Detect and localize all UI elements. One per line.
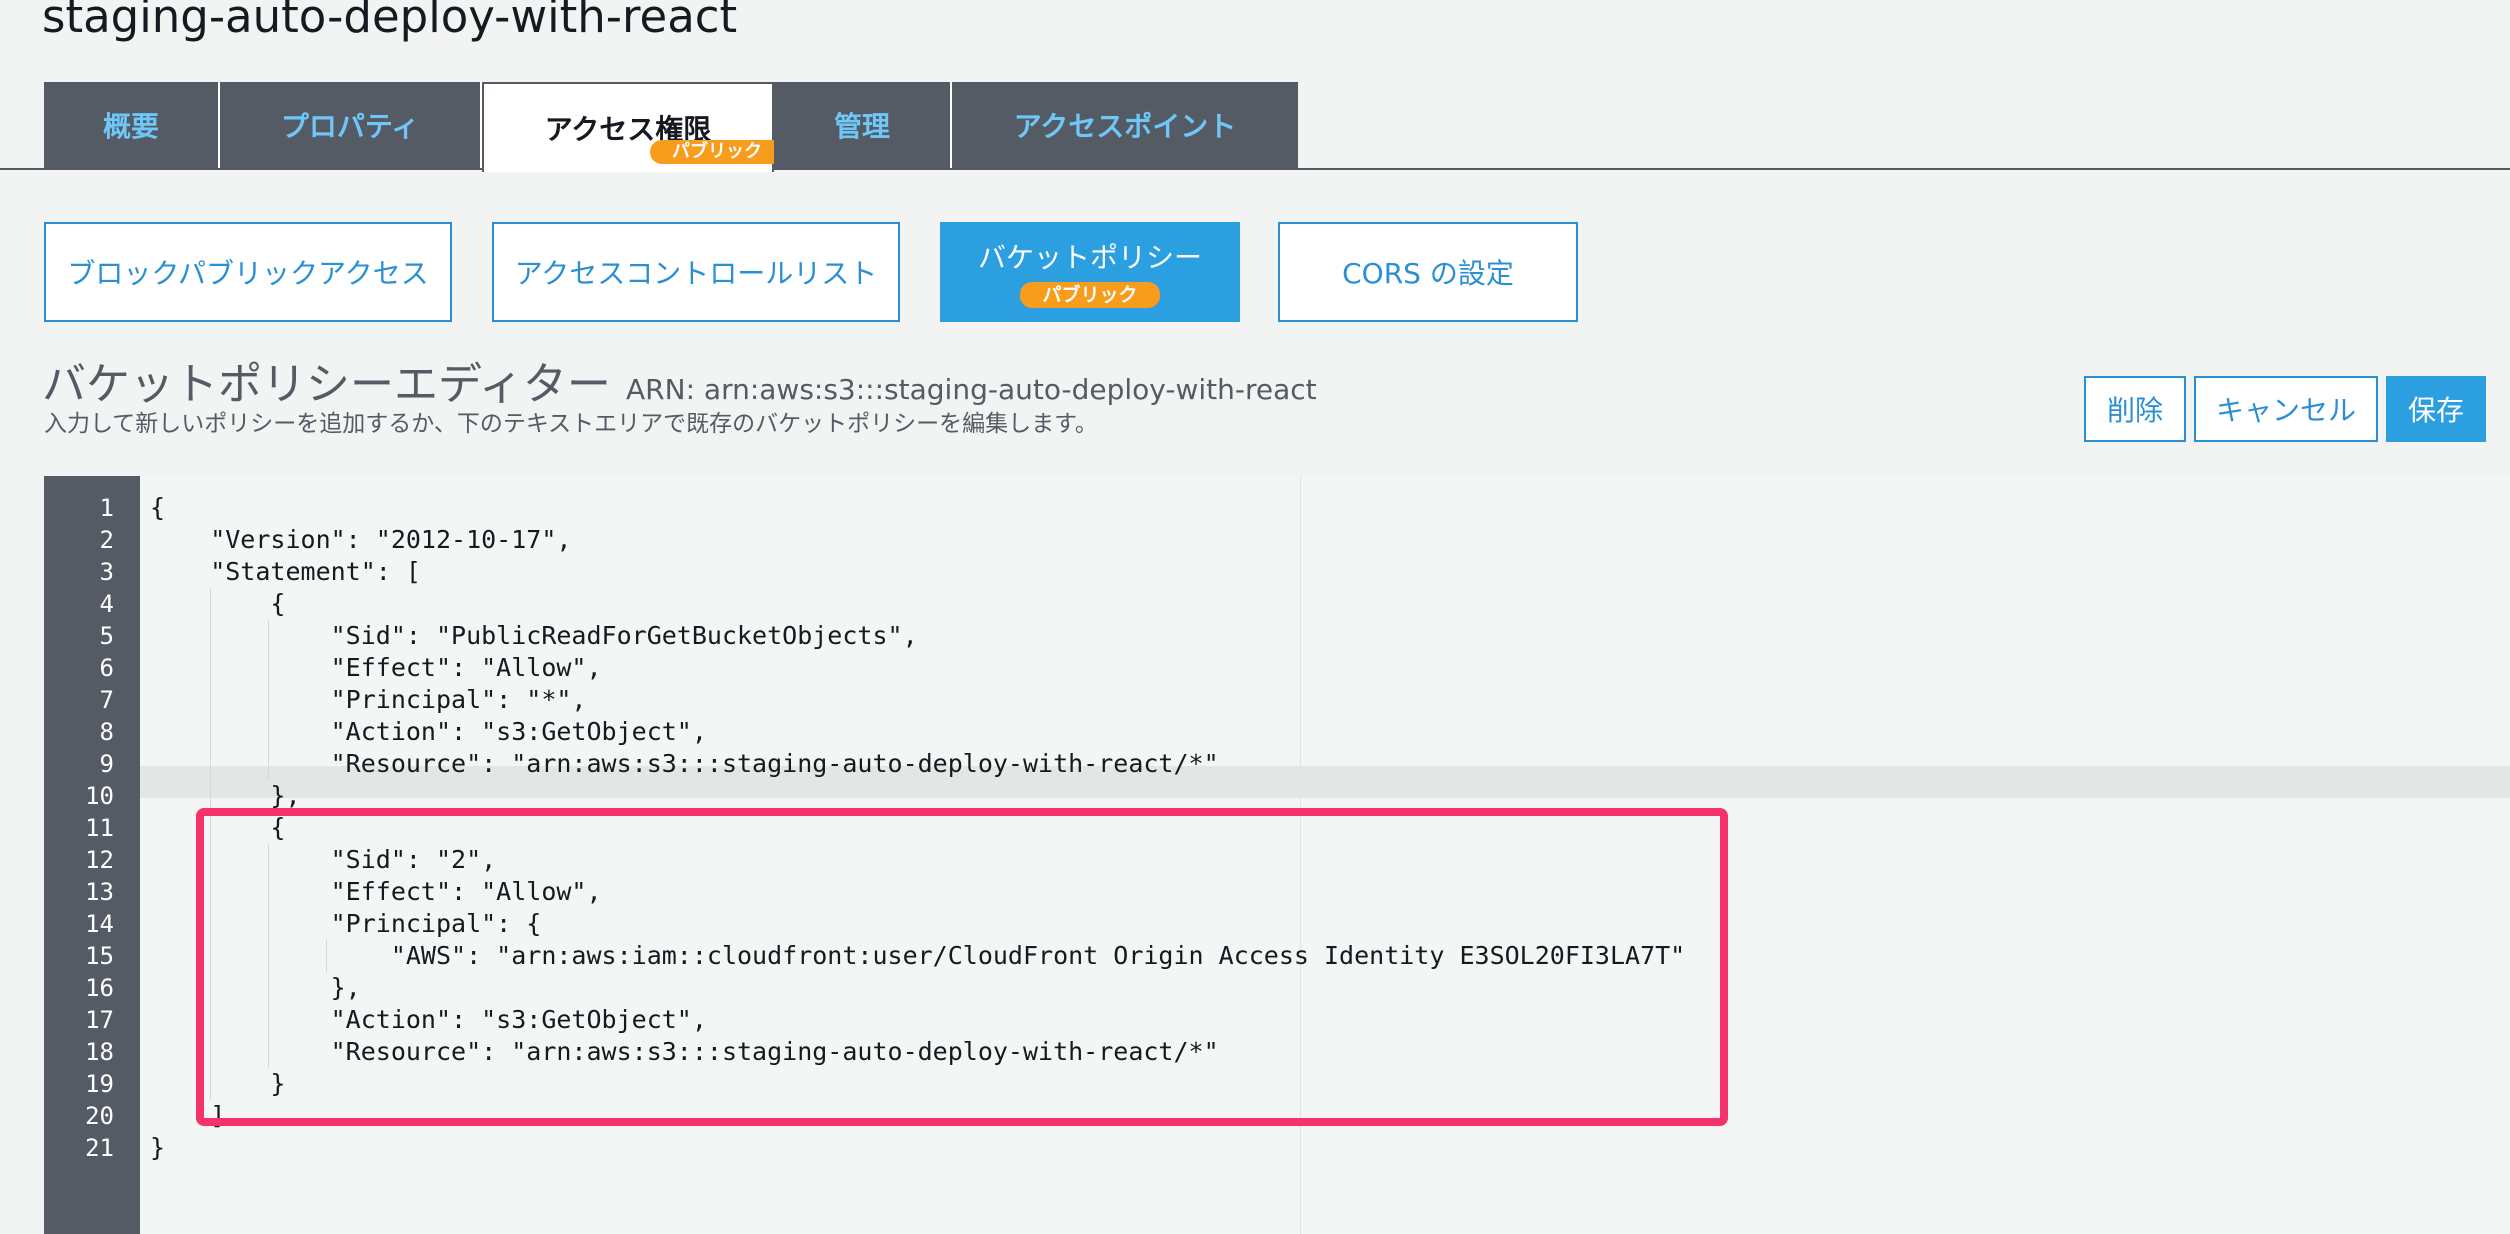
line-number: 2 — [99, 526, 114, 554]
code-line: "Effect": "Allow", — [150, 653, 602, 682]
line-number: 18 — [85, 1038, 114, 1066]
line-number: 21 — [85, 1134, 114, 1162]
save-button-label: 保存 — [2407, 394, 2464, 427]
block-public-access-label: ブロックパブリックアクセス — [67, 257, 429, 290]
acl-button[interactable]: アクセスコントロールリスト — [492, 222, 900, 322]
cors-button[interactable]: CORS の設定 — [1278, 222, 1578, 322]
tab-management[interactable]: 管理 — [774, 82, 952, 168]
tab-management-label: 管理 — [833, 110, 890, 143]
line-number: 6 — [99, 654, 114, 682]
line-number: 1 — [99, 494, 114, 522]
public-badge: パブリック — [1020, 282, 1160, 308]
line-number-gutter: 1 2 3 4 5 6 7 8 9 10 11 12 13 14 15 16 17 18 19 20 21 — [44, 476, 140, 1234]
tab-permissions[interactable]: アクセス権限 パブリック — [482, 82, 784, 172]
line-number: 20 — [85, 1102, 114, 1130]
code-line: "Resource": "arn:aws:s3:::staging-auto-d… — [150, 749, 1219, 778]
tab-overview-label: 概要 — [102, 110, 159, 143]
line-number: 12 — [85, 846, 114, 874]
tab-properties-label: プロパティ — [280, 110, 420, 143]
line-number: 7 — [99, 686, 114, 714]
block-public-access-button[interactable]: ブロックパブリックアクセス — [44, 222, 452, 322]
code-line: "Action": "s3:GetObject", — [150, 717, 707, 746]
line-number: 13 — [85, 878, 114, 906]
line-number: 17 — [85, 1006, 114, 1034]
line-number: 19 — [85, 1070, 114, 1098]
editor-heading: バケットポリシーエディター ARN: arn:aws:s3:::staging-… — [42, 348, 1317, 412]
line-number: 15 — [85, 942, 114, 970]
code-line: "Sid": "PublicReadForGetBucketObjects", — [150, 621, 918, 650]
line-number: 16 — [85, 974, 114, 1002]
line-number: 10 — [85, 782, 114, 810]
code-line: "Version": "2012-10-17", — [150, 525, 572, 554]
annotation-highlight-box — [196, 808, 1728, 1126]
bucket-arn: ARN: arn:aws:s3:::staging-auto-deploy-wi… — [626, 373, 1317, 406]
tab-bar-divider — [0, 168, 2510, 170]
indent-guide — [268, 620, 269, 780]
bucket-title: staging-auto-deploy-with-react — [42, 0, 738, 43]
line-number: 5 — [99, 622, 114, 650]
delete-button-label: 削除 — [2106, 394, 2163, 427]
code-line: "Statement": [ — [150, 557, 421, 586]
cancel-button-label: キャンセル — [2215, 394, 2356, 427]
editor-description: 入力して新しいポリシーを追加するか、下のテキストエリアで既存のバケットポリシーを… — [44, 411, 1098, 437]
tab-properties[interactable]: プロパティ — [220, 82, 482, 168]
delete-button[interactable]: 削除 — [2084, 376, 2186, 442]
tab-overview[interactable]: 概要 — [44, 82, 220, 168]
line-number: 9 — [99, 750, 114, 778]
acl-label: アクセスコントロールリスト — [514, 257, 878, 290]
code-line: "Principal": "*", — [150, 685, 587, 714]
bucket-policy-label: バケットポリシー — [977, 241, 1202, 274]
line-number: 8 — [99, 718, 114, 746]
public-badge: パブリック — [650, 140, 784, 164]
bucket-policy-button[interactable]: バケットポリシー パブリック — [940, 222, 1240, 322]
tab-access-points-label: アクセスポイント — [1013, 110, 1237, 143]
code-line: { — [150, 493, 166, 522]
code-line: { — [150, 589, 286, 618]
tab-bar: 概要 プロパティ アクセス権限 パブリック 管理 アクセスポイント — [0, 82, 2510, 172]
line-number: 14 — [85, 910, 114, 938]
cors-label: CORS の設定 — [1342, 257, 1514, 290]
editor-title: バケットポリシーエディター — [42, 359, 611, 410]
line-number: 3 — [99, 558, 114, 586]
line-number: 11 — [85, 814, 114, 842]
save-button[interactable]: 保存 — [2386, 376, 2486, 442]
cancel-button[interactable]: キャンセル — [2194, 376, 2378, 442]
tab-access-points[interactable]: アクセスポイント — [952, 82, 1298, 168]
line-number: 4 — [99, 590, 114, 618]
code-line: } — [150, 1133, 166, 1162]
